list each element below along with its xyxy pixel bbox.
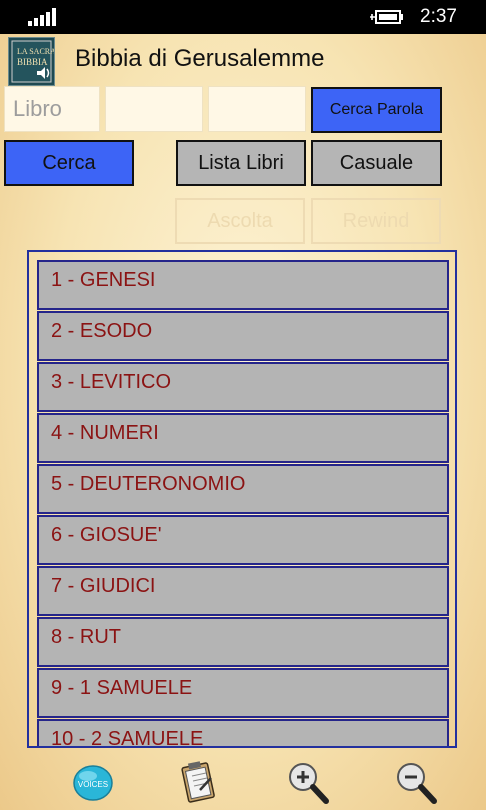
svg-text:BIBBIA: BIBBIA [17, 57, 48, 67]
book-label: 7 - GIUDICI [51, 575, 156, 597]
book-label: 6 - GIOSUE' [51, 524, 162, 546]
app-logo: LA SACRA BIBBIA [8, 37, 56, 86]
list-item[interactable]: 3 - LEVITICO [37, 362, 449, 412]
zoom-out-icon[interactable] [394, 760, 438, 806]
app-title: Bibbia di Gerusalemme [75, 45, 325, 72]
casuale-button[interactable]: Casuale [311, 140, 442, 186]
chapter-input[interactable] [106, 87, 202, 131]
bottom-app-bar: VOICES [0, 756, 486, 810]
cerca-button[interactable]: Cerca [4, 140, 134, 186]
book-label: 9 - 1 SAMUELE [51, 677, 193, 699]
list-item[interactable]: 2 - ESODO [37, 311, 449, 361]
verse-field[interactable] [208, 86, 306, 132]
book-label: 2 - ESODO [51, 320, 153, 342]
list-item[interactable]: 10 - 2 SAMUELE [37, 719, 449, 748]
list-item[interactable]: 1 - GENESI [37, 260, 449, 310]
voices-icon[interactable]: VOICES [72, 762, 114, 804]
list-item[interactable]: 7 - GIUDICI [37, 566, 449, 616]
lista-libri-button[interactable]: Lista Libri [176, 140, 306, 186]
voices-label: VOICES [78, 780, 108, 789]
list-item[interactable]: 5 - DEUTERONOMIO [37, 464, 449, 514]
clock-time: 2:37 [420, 6, 457, 27]
status-bar: 2:37 [0, 0, 486, 34]
book-label: 4 - NUMERI [51, 422, 159, 444]
ascolta-button[interactable]: Ascolta [175, 198, 305, 244]
book-label: 3 - LEVITICO [51, 371, 172, 393]
book-label: 1 - GENESI [51, 269, 156, 291]
book-list[interactable]: 1 - GENESI 2 - ESODO 3 - LEVITICO 4 - NU… [27, 250, 457, 748]
libro-field[interactable] [4, 86, 100, 132]
chapter-field[interactable] [105, 86, 203, 132]
book-label: 8 - RUT [51, 626, 121, 648]
zoom-in-icon[interactable] [286, 760, 330, 806]
libro-input[interactable] [5, 87, 99, 131]
verse-input[interactable] [209, 87, 305, 131]
list-item[interactable]: 9 - 1 SAMUELE [37, 668, 449, 718]
svg-text:LA SACRA: LA SACRA [17, 47, 54, 56]
list-item[interactable]: 8 - RUT [37, 617, 449, 667]
notes-icon[interactable] [178, 760, 218, 804]
list-item[interactable]: 6 - GIOSUE' [37, 515, 449, 565]
rewind-button[interactable]: Rewind [311, 198, 441, 244]
battery-charging-icon [370, 10, 403, 24]
book-label: 5 - DEUTERONOMIO [51, 473, 246, 495]
book-label: 10 - 2 SAMUELE [51, 728, 204, 748]
signal-icon [28, 8, 58, 26]
cerca-parola-button[interactable]: Cerca Parola [311, 87, 442, 133]
list-item[interactable]: 4 - NUMERI [37, 413, 449, 463]
